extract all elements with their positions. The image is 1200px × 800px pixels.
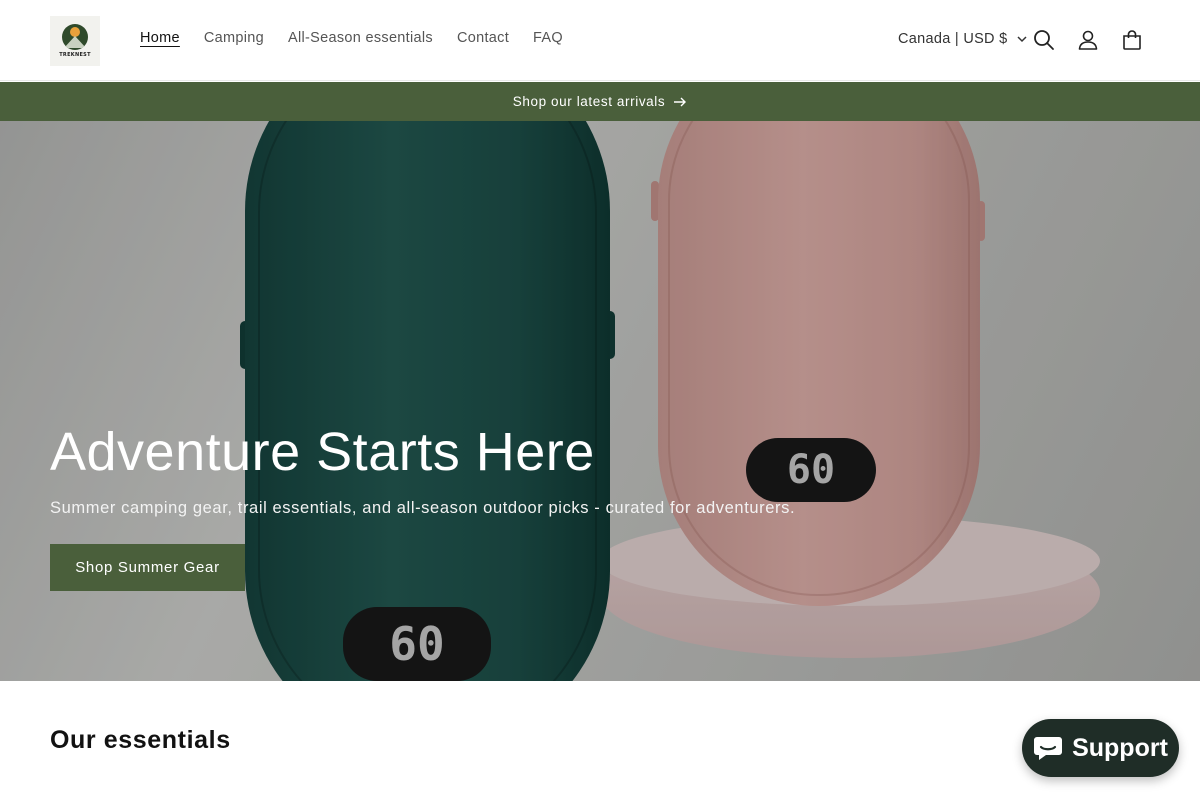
support-chat-button[interactable]: Support <box>1022 719 1179 777</box>
nav-link-all-season[interactable]: All-Season essentials <box>276 28 445 48</box>
hero-subtitle: Summer camping gear, trail essentials, a… <box>50 499 796 517</box>
hero-banner: 60 60 Adventure Starts Here Summer campi… <box>0 121 1200 681</box>
shop-summer-gear-button[interactable]: Shop Summer Gear <box>50 544 245 591</box>
cart-icon[interactable] <box>1120 28 1144 52</box>
section-title: Our essentials <box>50 726 231 754</box>
logo-emblem-icon <box>62 24 88 50</box>
store-logo[interactable]: TREKNEST <box>50 16 100 66</box>
nav-link-home[interactable]: Home <box>128 28 192 48</box>
main-nav: Home Camping All-Season essentials Conta… <box>128 28 575 48</box>
logo-wordmark: TREKNEST <box>59 52 91 58</box>
chat-bubble-icon <box>1034 737 1063 760</box>
hero-title: Adventure Starts Here <box>50 422 595 482</box>
hero-overlay <box>0 121 1200 681</box>
country-currency-selector[interactable]: Canada | USD $ <box>898 31 1028 47</box>
account-icon[interactable] <box>1076 28 1100 52</box>
search-icon[interactable] <box>1032 28 1056 52</box>
site-header: TREKNEST Home Camping All-Season essenti… <box>0 0 1200 81</box>
nav-link-faq[interactable]: FAQ <box>521 28 575 48</box>
support-label: Support <box>1072 733 1168 762</box>
nav-link-contact[interactable]: Contact <box>445 28 521 48</box>
chevron-down-icon <box>1017 36 1027 43</box>
nav-link-camping[interactable]: Camping <box>192 28 276 48</box>
country-currency-label: Canada | USD $ <box>898 31 1008 47</box>
announcement-bar[interactable]: Shop our latest arrivals <box>0 82 1200 121</box>
announcement-text: Shop our latest arrivals <box>512 94 666 109</box>
arrow-right-icon <box>674 97 687 106</box>
